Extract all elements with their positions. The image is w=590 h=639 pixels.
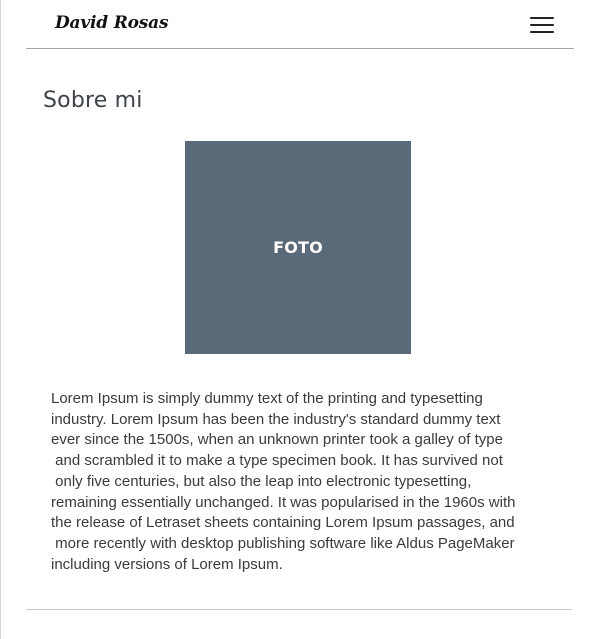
site-header: David Rosas	[26, 0, 574, 49]
footer-divider	[26, 609, 572, 610]
menu-bar-bottom	[530, 31, 554, 33]
photo-placeholder: FOTO	[185, 141, 411, 354]
bio-paragraph: Lorem Ipsum is simply dummy text of the …	[51, 390, 516, 573]
section-title: Sobre mi	[43, 88, 143, 113]
site-brand[interactable]: David Rosas	[55, 13, 169, 33]
menu-bar-top	[530, 17, 554, 19]
page-left-border	[0, 0, 1, 639]
hamburger-menu-icon[interactable]	[529, 13, 555, 37]
photo-placeholder-label: FOTO	[273, 238, 323, 257]
menu-bar-middle	[530, 24, 554, 26]
